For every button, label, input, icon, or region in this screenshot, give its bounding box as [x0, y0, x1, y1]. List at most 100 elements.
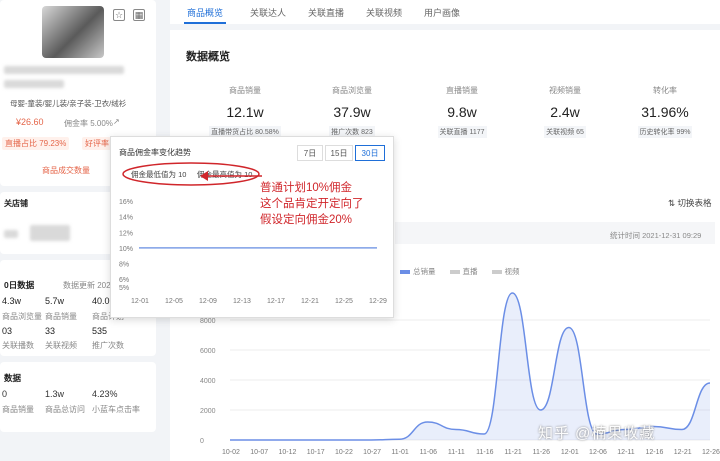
x-tick-label: 11-21	[504, 449, 521, 456]
metric-label: 商品浏览量	[332, 86, 372, 95]
metric-label: 商品销量	[229, 86, 261, 95]
y-tick-label: 14%	[119, 215, 133, 222]
metric-sub: 历史转化率 99%	[637, 126, 693, 138]
x-tick-label: 12-01	[131, 298, 149, 305]
x-tick-label: 12-16	[646, 449, 664, 456]
metric-video-sales: 视频销量 2.4w 关联视频 65	[520, 85, 610, 138]
qrcode-icon[interactable]: ▦	[133, 9, 145, 21]
stat-value: 5.7w	[45, 296, 65, 306]
tab-live[interactable]: 关联直播	[308, 6, 344, 19]
toggle-table-button[interactable]: ⇅ 切换表格	[668, 197, 712, 209]
metric-value: 9.8w	[447, 104, 477, 120]
y-tick-label: 10%	[119, 246, 133, 253]
x-tick-label: 12-21	[674, 449, 692, 456]
stat-label: 推广次数	[92, 341, 124, 350]
legend-item[interactable]: 总销量	[400, 266, 436, 277]
stat-label: 商品销量	[45, 312, 77, 321]
x-tick-label: 12-06	[589, 449, 607, 456]
x-tick-label: 10-27	[363, 449, 381, 456]
stat-value: 1.3w	[45, 389, 65, 399]
shop-name-blurred	[4, 230, 18, 238]
metric-value: 37.9w	[333, 104, 371, 120]
product-price: ¥26.60	[16, 117, 44, 127]
product-name-blurred-2	[4, 80, 64, 88]
y-tick-label: 0	[200, 438, 204, 445]
metric-label: 直播销量	[446, 86, 478, 95]
tab-influencers[interactable]: 关联达人	[250, 6, 286, 19]
star-icon[interactable]: ☆	[113, 9, 125, 21]
popup-title: 商品佣金率变化趋势	[119, 148, 191, 157]
chart-icon[interactable]: ↗	[113, 117, 120, 126]
metric-sales: 商品销量 12.1w 直播带货占比 80.58%	[200, 85, 290, 138]
tab-bar: 商品概览 关联达人 关联直播 关联视频 用户画像	[170, 0, 720, 24]
x-tick-label: 12-01	[561, 449, 579, 456]
stat-value: 03	[2, 326, 13, 336]
stat-value: 40.0	[92, 296, 110, 306]
good-rate-badge: 好评率	[82, 137, 112, 150]
legend-item[interactable]: 直播	[449, 266, 478, 277]
x-tick-label: 12-11	[617, 449, 634, 456]
x-tick-label: 12-21	[301, 298, 319, 305]
y-tick-label: 4000	[200, 378, 216, 385]
y-tick-label: 2000	[200, 408, 216, 415]
x-tick-label: 10-22	[335, 449, 353, 456]
y-tick-label: 8000	[200, 318, 216, 325]
range-30d[interactable]: 30日	[355, 145, 385, 161]
data-section-title: 0日数据	[4, 280, 35, 290]
y-tick-label: 8%	[119, 262, 129, 269]
x-tick-label: 11-01	[391, 449, 408, 456]
x-tick-label: 10-12	[278, 449, 296, 456]
metric-views: 商品浏览量 37.9w 推广次数 823	[307, 85, 397, 138]
x-tick-label: 12-09	[199, 298, 217, 305]
x-tick-label: 10-07	[250, 449, 268, 456]
note-line: 普通计划10%佣金	[260, 182, 353, 194]
x-tick-label: 11-11	[448, 449, 465, 456]
y-tick-label: 6%	[119, 277, 129, 284]
legend: 总销量 直播 视频	[400, 266, 520, 277]
metric-label: 视频销量	[549, 86, 581, 95]
bottom-card	[0, 362, 156, 432]
legend-item[interactable]: 视频	[491, 266, 520, 277]
overview-title: 数据概览	[186, 51, 230, 63]
y-tick-label: 5%	[119, 285, 129, 292]
stat-value: 535	[92, 326, 108, 336]
stat-value: 4.3w	[2, 296, 22, 306]
annotation-note: 普通计划10%佣金 这个品肯定开定向了 假设定向佣金20%	[260, 180, 364, 228]
stat-time: 统计时间 2021-12-31 09:29	[610, 231, 702, 240]
tab-overview[interactable]: 商品概览	[187, 6, 223, 19]
shop-logo-blurred	[30, 225, 70, 241]
annotation-arrow	[200, 171, 262, 181]
y-tick-label: 16%	[119, 199, 133, 206]
stat-label: 商品总访问	[45, 405, 85, 414]
x-tick-label: 12-29	[369, 298, 387, 305]
tab-user-profile[interactable]: 用户画像	[424, 6, 460, 19]
stat-label: 商品浏览量	[2, 312, 42, 321]
x-tick-label: 12-17	[267, 298, 285, 305]
trend-link[interactable]: 商品成交数量	[42, 165, 90, 176]
metric-value: 2.4w	[550, 104, 580, 120]
stat-label: 关联视频	[45, 341, 77, 350]
stat-value: 4.23%	[92, 389, 118, 399]
product-name-blurred	[4, 66, 124, 74]
tab-videos[interactable]: 关联视频	[366, 6, 402, 19]
x-tick-label: 12-26	[702, 449, 720, 456]
x-tick-label: 10-02	[222, 449, 240, 456]
stat-label: 小蓝车点击率	[92, 405, 140, 414]
x-tick-label: 11-16	[476, 449, 493, 456]
commission-rate: 佣金率 5.00%	[64, 119, 113, 128]
bottom-section-title: 数据	[4, 373, 22, 383]
metric-live-sales: 直播销量 9.8w 关联直播 1177	[417, 85, 507, 138]
x-tick-label: 12-13	[233, 298, 251, 305]
metric-sub: 关联视频 65	[544, 126, 586, 138]
metric-conversion: 转化率 31.96% 历史转化率 99%	[620, 85, 710, 138]
range-15d[interactable]: 15日	[325, 145, 353, 161]
watermark: 知乎 @楠果收藏	[538, 425, 656, 442]
tab-underline	[184, 22, 226, 24]
x-tick-label: 11-26	[533, 449, 550, 456]
product-category: 母婴-童装/婴儿装/亲子装-卫衣/绒衫	[10, 99, 127, 108]
range-7d[interactable]: 7日	[297, 145, 323, 161]
x-tick-label: 11-06	[420, 449, 437, 456]
toggle-table-label: 切换表格	[677, 198, 712, 208]
y-tick-label: 12%	[119, 230, 133, 237]
note-line: 假设定向佣金20%	[260, 214, 353, 226]
